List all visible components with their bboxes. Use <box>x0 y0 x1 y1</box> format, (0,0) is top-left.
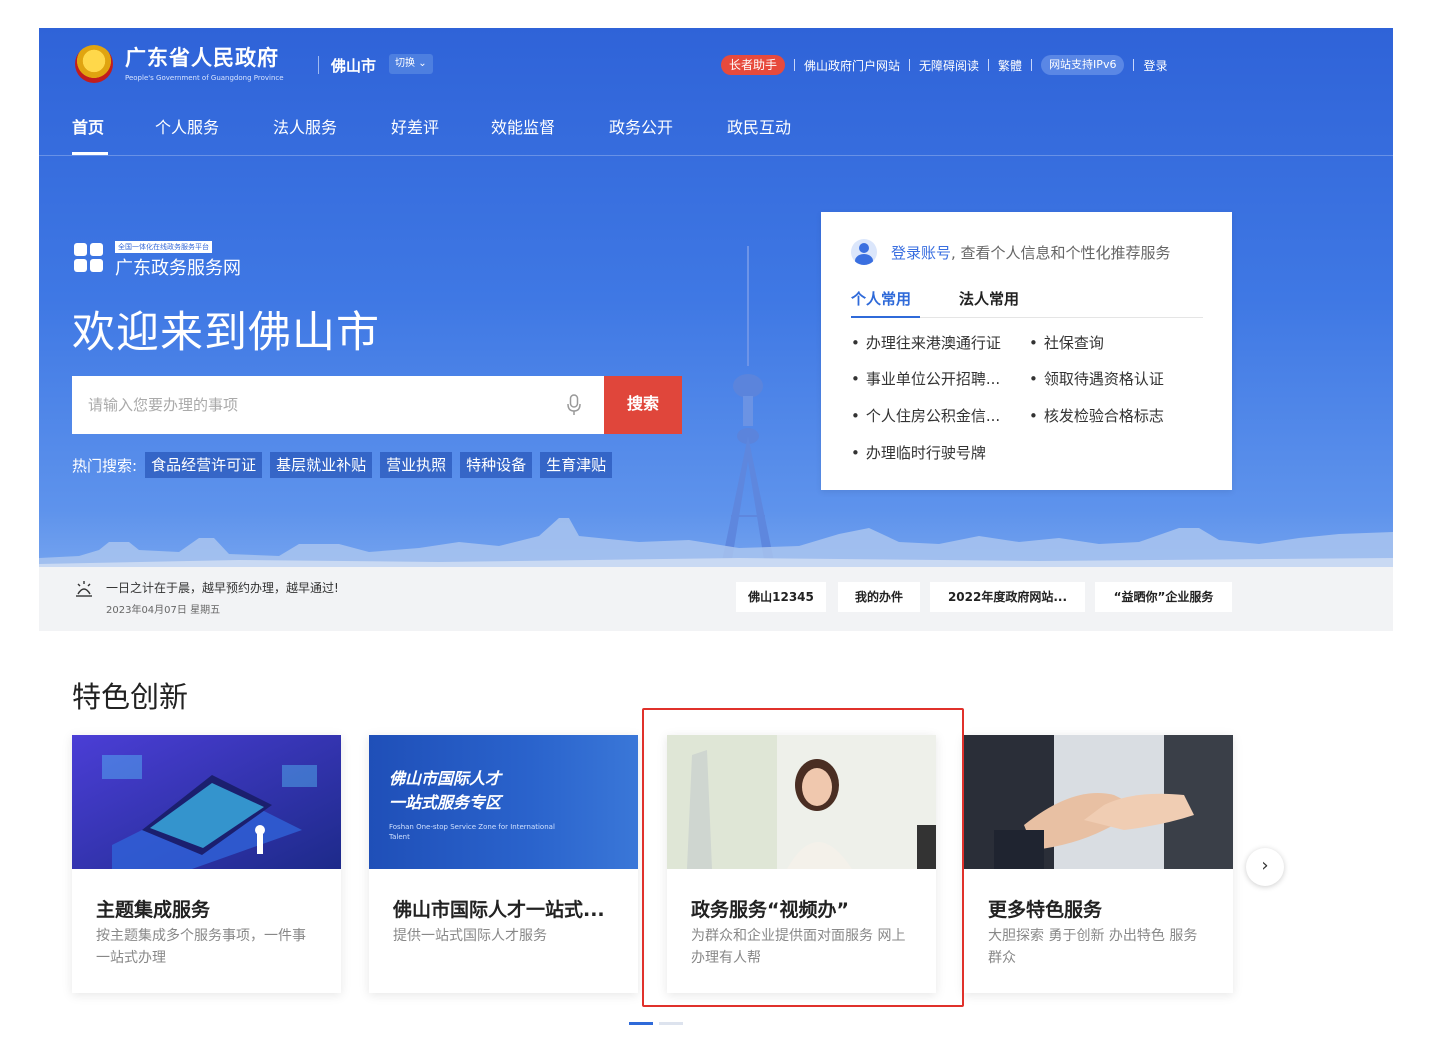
hot-tag[interactable]: 特种设备 <box>460 452 533 478</box>
city-switch-label: 切换 <box>395 58 415 69</box>
utility-links: 长者助手 佛山政府门户网站 无障碍阅读 繁體 网站支持IPv6 登录 <box>721 55 1167 75</box>
hot-tag[interactable]: 生育津贴 <box>540 452 613 478</box>
list-item[interactable]: 办理临时行驶号牌 <box>851 442 986 463</box>
tab-personal-common[interactable]: 个人常用 <box>851 288 911 309</box>
nav-reviews[interactable]: 好差评 <box>391 116 439 156</box>
handshake-photo <box>964 735 1233 869</box>
card-description: 按主题集成多个服务事项，一件事一站式办理 <box>96 928 306 966</box>
user-avatar-icon <box>851 239 877 265</box>
city-switch-button[interactable]: 切换 ⌄ <box>389 54 433 74</box>
divider <box>988 59 990 71</box>
hot-tag[interactable]: 食品经营许可证 <box>145 452 263 478</box>
card-description: 提供一站式国际人才服务 <box>393 928 547 944</box>
carousel-dot[interactable] <box>629 1022 653 1025</box>
ipv6-badge: 网站支持IPv6 <box>1041 55 1125 75</box>
hot-tag[interactable]: 营业执照 <box>380 452 453 478</box>
foshan-12345-button[interactable]: 佛山12345 <box>736 582 826 612</box>
nav-active-indicator <box>72 152 108 155</box>
banner-title-line-1: 佛山市国际人才 <box>389 769 502 788</box>
banner-subtitle: Foshan One-stop Service Zone for Interna… <box>389 823 555 841</box>
search-box <box>72 376 604 434</box>
enterprise-service-button[interactable]: “益晒你”企业服务 <box>1095 582 1232 612</box>
notice-bar: 一日之计在于晨，越早预约办理，越早通过! 2023年04月07日 星期五 佛山1… <box>39 567 1393 631</box>
accessible-reading-link[interactable]: 无障碍阅读 <box>919 57 979 74</box>
portal-link[interactable]: 佛山政府门户网站 <box>804 57 900 74</box>
page: 广东省人民政府 People's Government of Guangdong… <box>0 0 1442 1054</box>
common-tabs: 个人常用 法人常用 <box>851 288 1203 318</box>
list-item[interactable]: 社保查询 <box>1029 332 1104 353</box>
elder-assistant-button[interactable]: 长者助手 <box>721 55 786 75</box>
divider <box>909 59 911 71</box>
login-prompt: 登录账号, 查看个人信息和个性化推荐服务 <box>891 242 1171 263</box>
nav-home[interactable]: 首页 <box>72 116 104 156</box>
login-account-link[interactable]: 登录账号 <box>891 244 951 262</box>
national-emblem-icon <box>75 45 113 83</box>
list-item[interactable]: 个人住房公积金信... <box>851 405 1000 426</box>
platform-name: 广东政务服务网 <box>115 258 241 279</box>
tab-corporate-common[interactable]: 法人常用 <box>959 288 1019 309</box>
traditional-chinese-link[interactable]: 繁體 <box>998 57 1022 74</box>
chevron-right-icon: › <box>1261 855 1269 876</box>
notice-date: 2023年04月07日 星期五 <box>106 605 221 616</box>
carousel-dot[interactable] <box>659 1022 683 1025</box>
feature-card-theme[interactable]: 主题集成服务 按主题集成多个服务事项，一件事一站式办理 <box>72 735 341 993</box>
card-description: 大胆探索 勇于创新 办出特色 服务群众 <box>988 928 1198 966</box>
city-skyline-illustration <box>39 518 1393 568</box>
gd-service-logo-icon <box>74 243 104 273</box>
list-item[interactable]: 事业单位公开招聘... <box>851 368 1000 389</box>
top-bar: 广东省人民政府 People's Government of Guangdong… <box>39 28 1393 100</box>
hot-search-label: 热门搜索: <box>72 456 138 475</box>
card-title: 更多特色服务 <box>988 899 1103 921</box>
microphone-icon[interactable] <box>567 394 581 416</box>
divider <box>1133 59 1135 71</box>
gov-subtitle: People's Government of Guangdong Provinc… <box>125 74 284 82</box>
list-item[interactable]: 办理往来港澳通行证 <box>851 332 1001 353</box>
nav-efficiency-supervision[interactable]: 效能监督 <box>491 116 555 156</box>
hero-banner: 广东省人民政府 People's Government of Guangdong… <box>39 28 1393 631</box>
laptop-illustration <box>72 735 341 869</box>
gov-title[interactable]: 广东省人民政府 <box>125 42 279 72</box>
card-title: 佛山市国际人才一站式... <box>393 899 605 921</box>
search-input[interactable] <box>72 376 604 434</box>
annual-report-button[interactable]: 2022年度政府网站... <box>930 582 1085 612</box>
my-cases-button[interactable]: 我的办件 <box>838 582 920 612</box>
section-title: 特色创新 <box>72 680 189 714</box>
login-prompt-text: , 查看个人信息和个性化推荐服务 <box>951 244 1171 262</box>
list-item[interactable]: 领取待遇资格认证 <box>1029 368 1164 389</box>
banner-title-line-2: 一站式服务专区 <box>389 793 502 812</box>
login-card: 登录账号, 查看个人信息和个性化推荐服务 个人常用 法人常用 办理往来港澳通行证… <box>821 212 1232 490</box>
platform-badge: 全国一体化在线政务服务平台 <box>115 241 212 253</box>
nav-government-affairs[interactable]: 政务公开 <box>609 116 673 156</box>
nav-personal-services[interactable]: 个人服务 <box>155 116 219 156</box>
main-nav: 首页 个人服务 法人服务 好差评 效能监督 政务公开 政民互动 <box>39 116 1393 156</box>
list-item[interactable]: 核发检验合格标志 <box>1029 405 1164 426</box>
tab-active-indicator <box>851 316 920 318</box>
welcome-heading: 欢迎来到佛山市 <box>72 308 380 358</box>
hot-searches: 热门搜索: 食品经营许可证 基层就业补贴 营业执照 特种设备 生育津贴 <box>72 452 620 478</box>
hot-tag[interactable]: 基层就业补贴 <box>270 452 373 478</box>
city-name: 佛山市 <box>331 57 377 75</box>
talent-zone-banner: 佛山市国际人才 一站式服务专区 Foshan One-stop Service … <box>369 735 638 869</box>
feature-card-talent[interactable]: 佛山市国际人才 一站式服务专区 Foshan One-stop Service … <box>369 735 638 993</box>
feature-card-more[interactable]: 更多特色服务 大胆探索 勇于创新 办出特色 服务群众 <box>964 735 1233 993</box>
notice-text: 一日之计在于晨，越早预约办理，越早通过! <box>106 581 339 595</box>
sunrise-icon <box>76 581 92 597</box>
nav-corporate-services[interactable]: 法人服务 <box>273 116 337 156</box>
chevron-down-icon: ⌄ <box>418 58 427 69</box>
card-title: 主题集成服务 <box>96 899 211 921</box>
highlight-box <box>642 708 964 1007</box>
divider <box>794 59 796 71</box>
login-link[interactable]: 登录 <box>1143 57 1167 74</box>
divider <box>318 56 319 74</box>
carousel-next-button[interactable]: › <box>1246 848 1284 886</box>
nav-interaction[interactable]: 政民互动 <box>727 116 791 156</box>
search-button[interactable]: 搜索 <box>604 376 682 434</box>
divider <box>1031 59 1033 71</box>
